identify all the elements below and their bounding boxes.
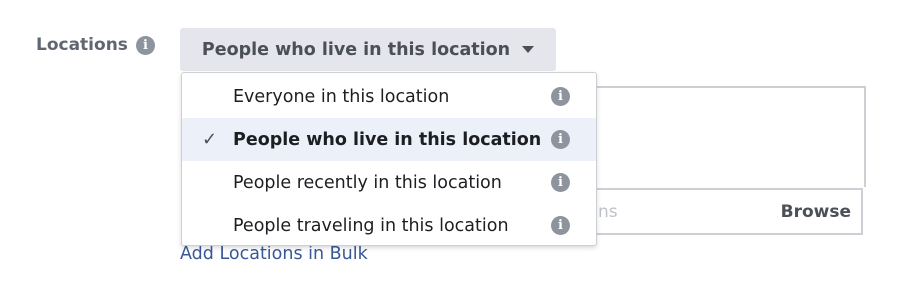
menu-item-label: People traveling in this location (233, 215, 509, 236)
info-icon[interactable]: i (551, 216, 570, 235)
menu-item-label: Everyone in this location (233, 86, 450, 107)
dropdown-selected-label: People who live in this location (201, 39, 511, 60)
info-icon[interactable]: i (135, 35, 155, 55)
info-icon[interactable]: i (551, 87, 570, 106)
bulk-locations-input[interactable]: ns Browse (560, 188, 863, 235)
menu-item-label: People who live in this location (233, 129, 542, 150)
menu-item-everyone[interactable]: Everyone in this location i (182, 75, 596, 118)
info-icon[interactable]: i (551, 130, 570, 149)
location-type-dropdown[interactable]: People who live in this location (180, 28, 556, 71)
locations-label: Locations i (36, 35, 155, 55)
add-locations-in-bulk-link[interactable]: Add Locations in Bulk (180, 244, 368, 264)
menu-item-traveling[interactable]: People traveling in this location i (182, 204, 596, 247)
locations-label-text: Locations (36, 35, 128, 55)
menu-item-recently[interactable]: People recently in this location i (182, 161, 596, 204)
info-icon[interactable]: i (551, 173, 570, 192)
bulk-input-placeholder: ns (598, 201, 618, 222)
menu-item-live[interactable]: ✓ People who live in this location i (182, 118, 596, 161)
checkmark-icon: ✓ (202, 129, 218, 150)
caret-down-icon (522, 46, 535, 53)
browse-button[interactable]: Browse (781, 202, 851, 222)
location-type-menu: Everyone in this location i ✓ People who… (181, 72, 597, 246)
location-search-box[interactable] (590, 86, 866, 187)
menu-item-label: People recently in this location (233, 172, 502, 193)
